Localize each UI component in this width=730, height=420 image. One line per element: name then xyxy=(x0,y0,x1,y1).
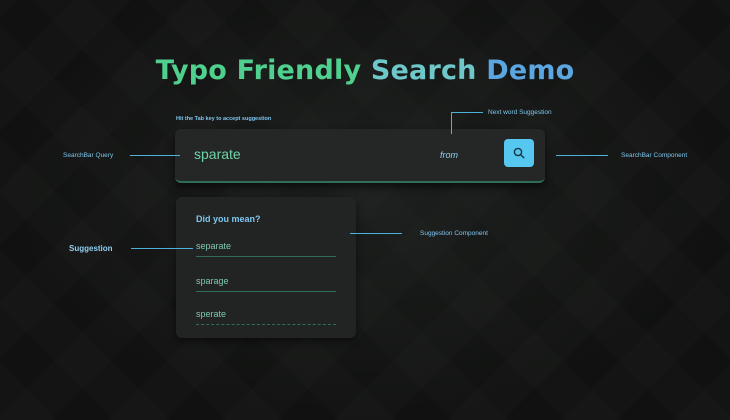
suggestion-item[interactable]: separate xyxy=(196,236,336,257)
annotation-next-word: Next word Suggestion xyxy=(488,109,552,116)
search-input[interactable]: sparate xyxy=(194,146,241,162)
title-part-3: Demo xyxy=(486,55,575,86)
suggestion-box: Did you mean? separate sparage sperate xyxy=(176,197,356,338)
suggestion-item-label: separate xyxy=(196,241,232,251)
search-bar[interactable]: sparate from xyxy=(175,129,545,183)
next-word-suggestion: from xyxy=(440,150,458,160)
suggestion-heading: Did you mean? xyxy=(196,214,261,224)
page-title: Typo Friendly Search Demo xyxy=(0,55,730,86)
tab-hint: Hit the Tab key to accept suggestion xyxy=(176,116,272,122)
annotation-line-query xyxy=(130,155,180,156)
suggestion-item[interactable]: sparage xyxy=(196,271,336,292)
search-button[interactable] xyxy=(504,139,534,167)
search-icon xyxy=(513,147,525,159)
suggestion-item-label: sperate xyxy=(196,309,227,319)
annotation-searchbar-query: SearchBar Query xyxy=(63,152,114,159)
annotation-line-next-word-v xyxy=(451,112,452,134)
annotation-line-component xyxy=(556,155,608,156)
title-part-2: Search xyxy=(370,55,477,86)
annotation-line-next-word-h xyxy=(451,112,483,113)
annotation-suggestion-component: Suggestion Component xyxy=(420,230,488,237)
annotation-searchbar-component: SearchBar Component xyxy=(621,152,688,159)
annotation-suggestion: Suggestion xyxy=(69,244,113,253)
title-part-1: Typo Friendly xyxy=(155,55,362,86)
annotation-line-suggestion-component xyxy=(350,233,402,234)
suggestion-item-label: sparage xyxy=(196,276,229,286)
suggestion-item[interactable]: sperate xyxy=(196,304,336,325)
annotation-line-suggestion xyxy=(131,248,193,249)
